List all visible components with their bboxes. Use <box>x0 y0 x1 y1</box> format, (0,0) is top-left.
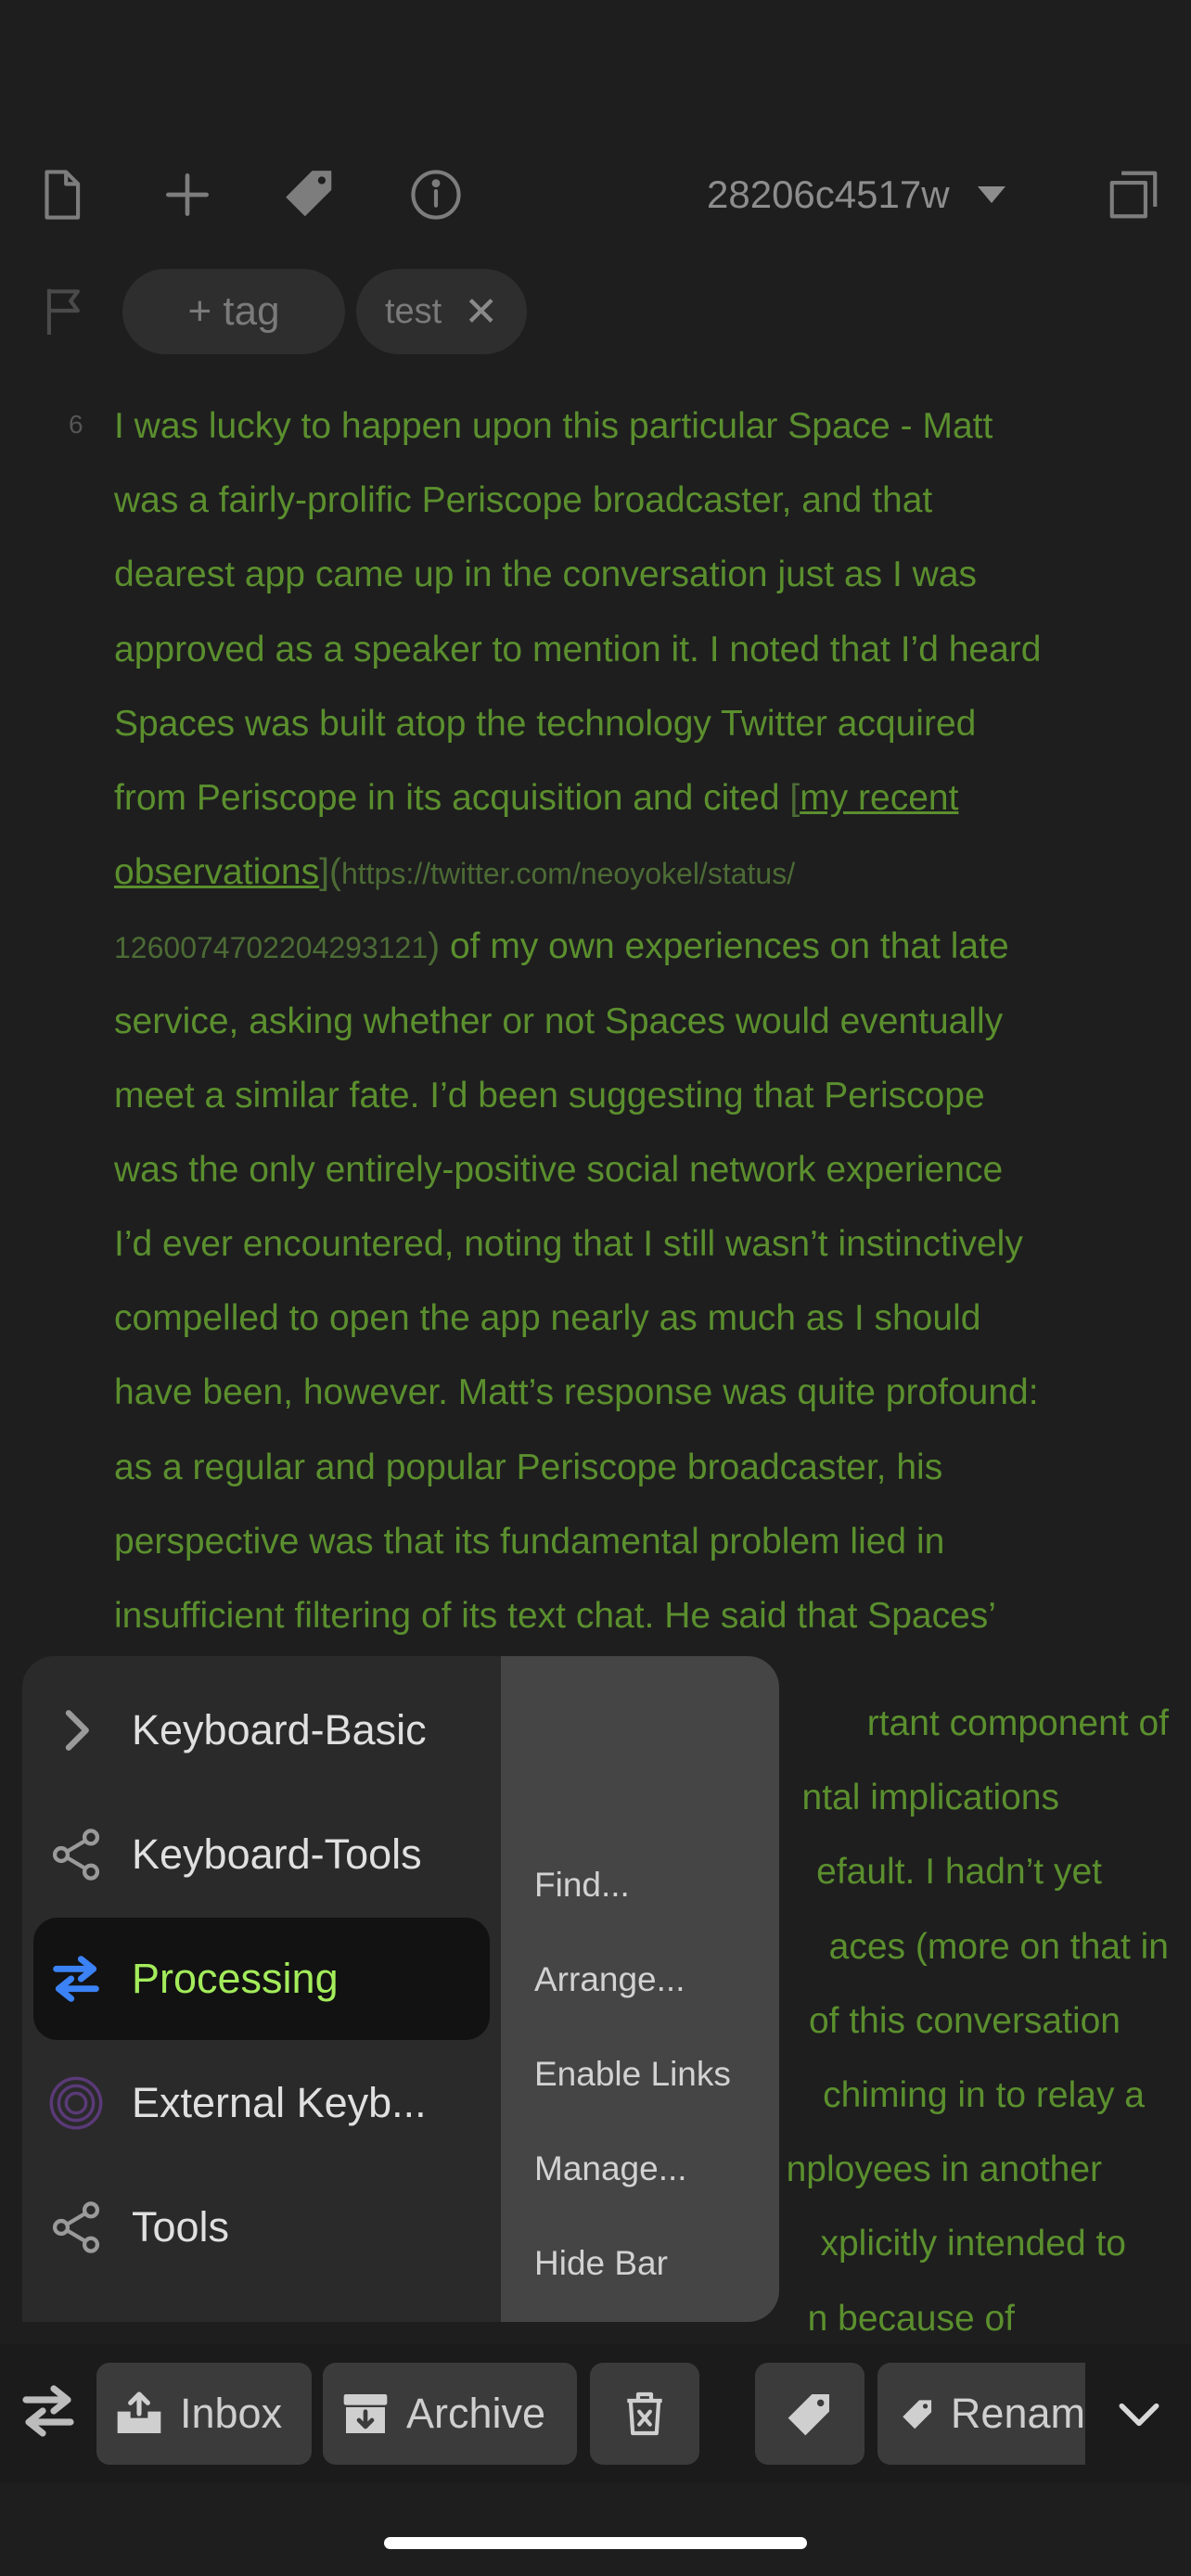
add-tag-button[interactable]: + tag <box>122 269 345 354</box>
text-line: perspective was that its fundamental pro… <box>114 1521 945 1562</box>
tag-icon <box>903 2400 932 2429</box>
text-line: meet a similar fate. I’d been suggesting… <box>114 1075 985 1116</box>
text-span: of my own experiences on that late <box>440 926 1009 967</box>
close-icon[interactable]: ✕ <box>464 288 498 336</box>
archive-button[interactable]: Archive <box>323 2363 577 2465</box>
flag-icon[interactable] <box>37 282 95 339</box>
delete-button[interactable] <box>590 2363 699 2465</box>
document-icon[interactable] <box>26 159 96 230</box>
text-line: approved as a speaker to mention it. I n… <box>114 629 1042 670</box>
link-url[interactable]: 1260074702204293121 <box>114 931 428 964</box>
tag-row: + tag test ✕ <box>0 260 1191 362</box>
top-toolbar: 28206c4517w <box>0 139 1191 250</box>
menu-option-enable-links[interactable]: Enable Links <box>534 2055 731 2094</box>
markdown-link[interactable]: my recent <box>800 778 958 818</box>
menu-item-processing[interactable]: Processing <box>33 1918 490 2040</box>
inbox-label: Inbox <box>180 2390 283 2437</box>
text-line: from Periscope in its acquisition and ci… <box>114 761 1162 835</box>
menu-option-arrange[interactable]: Arrange... <box>534 1960 685 1999</box>
chevron-right-icon <box>39 1701 113 1760</box>
toolbar-group-menu: Keyboard-Basic Keyboard-Tools Processing… <box>22 1656 501 2322</box>
menu-options-panel: Find... Arrange... Enable Links Manage..… <box>501 1656 779 2322</box>
share-icon <box>39 2198 113 2257</box>
text-line: was a fairly-prolific Periscope broadcas… <box>114 480 933 521</box>
trash-icon <box>627 2391 662 2436</box>
text-line: insufficient filtering of its text chat.… <box>114 1596 996 1636</box>
text-line: 1260074702204293121) of my own experienc… <box>114 910 1162 984</box>
text-line: I was lucky to happen upon this particul… <box>114 406 993 446</box>
concentric-circles-icon <box>39 2073 113 2133</box>
link-bracket: ]( <box>319 852 341 893</box>
rename-label: Renam <box>950 2390 1085 2437</box>
home-indicator[interactable] <box>384 2537 807 2549</box>
line-number: 6 <box>69 410 83 439</box>
menu-item-label: Processing <box>132 1955 339 2002</box>
text-line: was the only entirely-positive social ne… <box>114 1149 1004 1190</box>
text-line: I’d ever encountered, noting that I stil… <box>114 1224 1023 1265</box>
tag-label: test <box>384 291 442 331</box>
text-line: service, asking whether or not Spaces wo… <box>114 1001 1004 1041</box>
text-line: have been, however. Matt’s response was … <box>114 1372 1039 1413</box>
menu-option-manage[interactable]: Manage... <box>534 2149 687 2188</box>
info-icon[interactable] <box>401 159 471 230</box>
menu-item-label: Keyboard-Basic <box>132 1706 427 1753</box>
menu-item-label: Keyboard-Tools <box>132 1830 422 1878</box>
editor-text: I was lucky to happen upon this particul… <box>114 389 1162 1653</box>
text-line: compelled to open the app nearly as much… <box>114 1298 981 1339</box>
text-line: as a regular and popular Periscope broad… <box>114 1447 943 1487</box>
menu-option-find[interactable]: Find... <box>534 1866 630 1905</box>
swap-arrows-icon[interactable] <box>15 2378 82 2444</box>
inbox-button[interactable]: Inbox <box>96 2363 312 2465</box>
plus-icon[interactable] <box>152 159 223 230</box>
markdown-link[interactable]: observations <box>114 852 319 892</box>
tag-icon <box>788 2394 829 2436</box>
menu-item-keyboard-basic[interactable]: Keyboard-Basic <box>33 1669 490 1792</box>
window-icon[interactable] <box>1098 159 1169 230</box>
link-bracket: ) <box>428 926 441 967</box>
archive-label: Archive <box>406 2390 546 2437</box>
menu-item-label: External Keyb... <box>132 2079 427 2126</box>
tag-chip-test[interactable]: test ✕ <box>356 269 527 354</box>
swap-arrows-icon <box>39 1949 113 2009</box>
archive-icon <box>343 2394 388 2433</box>
rename-button[interactable]: Renam <box>877 2363 1085 2465</box>
menu-item-label: Tools <box>132 2203 230 2251</box>
link-bracket: [ <box>789 777 800 818</box>
share-icon <box>39 1825 113 1884</box>
inbox-icon <box>117 2391 161 2433</box>
text-span: from Periscope in its acquisition and ci… <box>114 777 790 818</box>
caret-down-icon <box>977 186 1005 203</box>
link-url[interactable]: https://twitter.com/neoyokel/status/ <box>341 857 795 890</box>
tag-button[interactable] <box>755 2363 864 2465</box>
bottom-action-bar: Inbox Archive Renam <box>0 2344 1191 2483</box>
menu-item-keyboard-tools[interactable]: Keyboard-Tools <box>33 1793 490 1916</box>
menu-item-external-keyboard[interactable]: External Keyb... <box>33 2042 490 2164</box>
menu-option-hide-bar[interactable]: Hide Bar <box>534 2244 668 2283</box>
menu-item-tools[interactable]: Tools <box>33 2166 490 2289</box>
note-id-label: 28206c4517w <box>707 172 950 216</box>
text-line: dearest app came up in the conversation … <box>114 555 978 595</box>
chevron-down-icon[interactable] <box>1113 2389 1165 2441</box>
text-line: observations](https://twitter.com/neoyok… <box>114 835 1162 910</box>
note-id-selector[interactable]: 28206c4517w <box>707 167 1005 223</box>
text-line: Spaces was built atop the technology Twi… <box>114 703 977 744</box>
tag-icon[interactable] <box>275 159 345 230</box>
